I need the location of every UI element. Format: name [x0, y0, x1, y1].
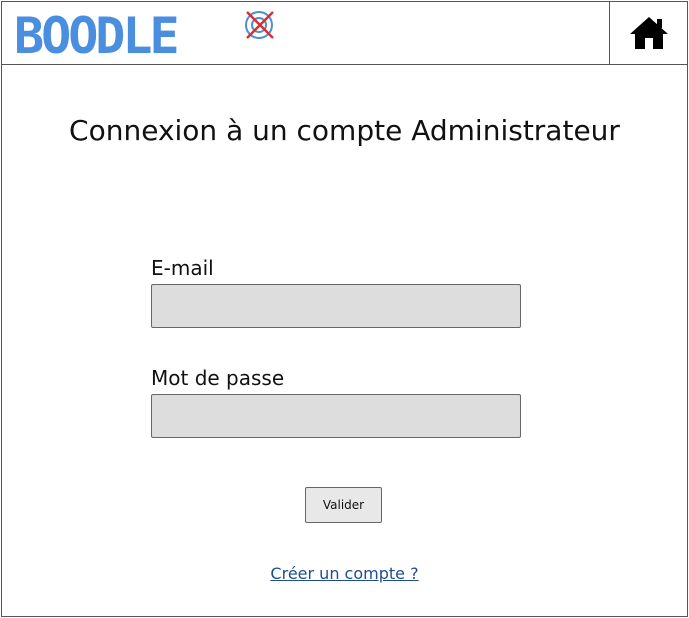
password-label: Mot de passe: [151, 366, 285, 390]
password-field[interactable]: [151, 394, 521, 438]
home-button[interactable]: [609, 2, 688, 64]
logo-text: BOODLE: [14, 7, 180, 65]
home-icon: [630, 17, 668, 49]
crossed-target-icon: [245, 11, 274, 39]
page-title: Connexion à un compte Administrateur: [69, 114, 620, 147]
login-window: BOODLE Connexion à un compte Administrat…: [1, 1, 688, 617]
submit-button[interactable]: Valider: [305, 487, 382, 523]
email-label: E-mail: [151, 256, 214, 280]
create-account-container: Créer un compte ?: [2, 563, 687, 585]
header-bar: BOODLE: [2, 2, 687, 65]
logo[interactable]: BOODLE: [14, 7, 274, 65]
create-account-link[interactable]: Créer un compte ?: [270, 564, 418, 583]
email-field[interactable]: [151, 284, 521, 328]
